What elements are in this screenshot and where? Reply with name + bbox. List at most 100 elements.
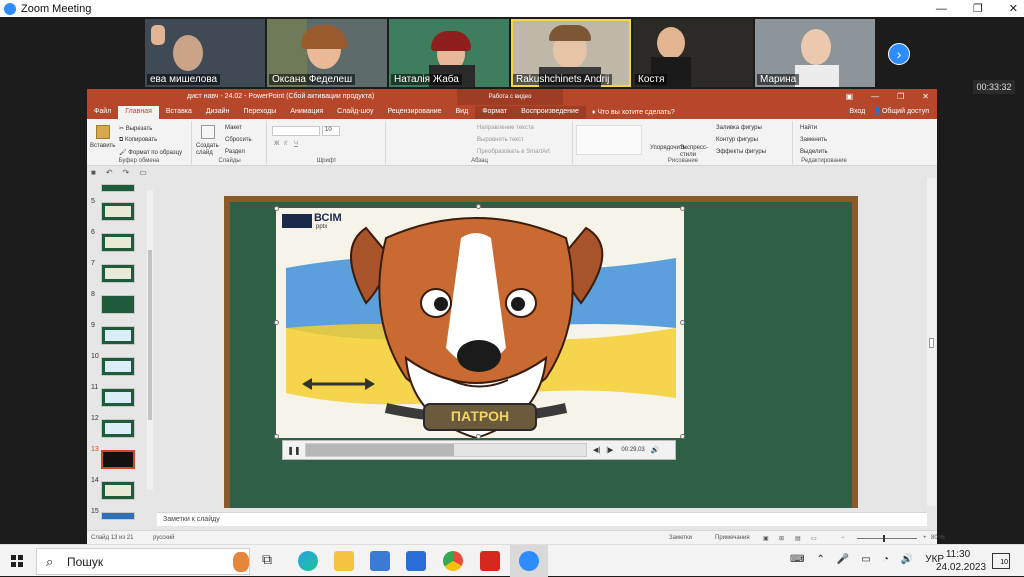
tab-file[interactable]: Файл (87, 106, 118, 119)
normal-view-icon[interactable]: ▣ (763, 535, 769, 542)
start-slideshow-icon[interactable]: ▭ (139, 168, 147, 177)
notification-center-icon[interactable]: 10 (992, 553, 1010, 569)
slide-sorter-icon[interactable]: ⊞ (779, 535, 784, 542)
network-icon[interactable]: ◔ (883, 554, 889, 565)
close-button[interactable]: ✕ (1009, 2, 1018, 15)
show-hidden-icons-chevron-icon[interactable]: ⌃ (816, 554, 824, 565)
share-button[interactable]: 👤Общий доступ (873, 106, 929, 118)
align-text-button[interactable]: Выровнять текст (477, 137, 524, 143)
quick-styles-button[interactable]: Экспресс-стили (680, 145, 712, 159)
slide-thumbnail[interactable] (101, 264, 135, 283)
tab-insert[interactable]: Вставка (159, 106, 199, 119)
slide-thumbnail[interactable] (101, 233, 135, 252)
selection-handle[interactable] (274, 434, 279, 439)
find-button[interactable]: Найти (800, 125, 817, 131)
minimize-button[interactable]: — (936, 3, 947, 15)
slide-thumbnail[interactable] (101, 357, 135, 376)
notes-toggle[interactable]: Заметки (669, 535, 692, 541)
smartart-button[interactable]: Преобразовать в SmartArt (477, 149, 550, 155)
microphone-icon[interactable]: 🎤 (837, 554, 849, 565)
slide-thumbnail[interactable] (101, 184, 135, 192)
participant-tile[interactable]: Костя (633, 19, 753, 87)
taskbar-search-box[interactable]: ⌕ Пошук (36, 548, 250, 575)
paste-button[interactable]: Вставить (90, 143, 115, 149)
tab-design[interactable]: Дизайн (199, 106, 237, 119)
select-button[interactable]: Выделить (800, 149, 828, 155)
video-frame[interactable]: ВСІМ pptx ПАТРОН (276, 208, 684, 438)
ppt-close-button[interactable]: ✕ (922, 92, 929, 101)
slideshow-view-icon[interactable]: ▭ (811, 535, 817, 542)
reset-button[interactable]: Сбросить (225, 137, 252, 143)
selection-handle[interactable] (476, 204, 481, 209)
tab-slideshow[interactable]: Слайд-шоу (330, 106, 380, 119)
slide-thumbnail[interactable] (101, 481, 135, 500)
participant-tile[interactable]: ева мишелова (145, 19, 265, 87)
volume-icon[interactable]: 🔊 (901, 554, 913, 565)
microsoft-store-icon[interactable] (370, 551, 390, 571)
sign-in-link[interactable]: Вход (849, 106, 865, 118)
participant-tile-active-speaker[interactable]: Rakushchinets Andrij (511, 19, 631, 87)
selection-handle[interactable] (680, 206, 685, 211)
new-slide-button[interactable]: Создать слайд (196, 143, 224, 157)
slide-thumbnail[interactable] (101, 388, 135, 407)
font-name-field[interactable] (272, 126, 320, 136)
zoom-level[interactable]: 80 % (931, 535, 945, 541)
pause-button[interactable]: ❚❚ (287, 446, 301, 455)
cut-button[interactable]: ✂ Вырезать (119, 125, 152, 132)
shape-effects-button[interactable]: Эффекты фигуры (716, 149, 766, 155)
selection-handle[interactable] (680, 434, 685, 439)
tab-format[interactable]: Формат (475, 106, 515, 119)
text-direction-button[interactable]: Направление текста (477, 125, 534, 131)
taskbar-clock[interactable]: 11:30 24.02.2023 (936, 548, 986, 574)
participant-tile[interactable]: Марина (755, 19, 875, 87)
layout-button[interactable]: Макет (225, 125, 242, 131)
tab-review[interactable]: Рецензирование (380, 106, 448, 119)
comments-toggle[interactable]: Примечания (715, 535, 750, 541)
thumbnails-scrollbar[interactable] (147, 190, 153, 490)
playback-progress-track[interactable] (305, 443, 587, 457)
step-back-icon[interactable]: ◀| (593, 446, 600, 454)
shapes-gallery[interactable] (576, 125, 642, 155)
slide-thumbnail[interactable] (101, 202, 135, 221)
tab-playback[interactable]: Воспроизведение (514, 106, 586, 119)
font-size-field[interactable]: 10 (322, 126, 340, 136)
shape-fill-button[interactable]: Заливка фигуры (716, 125, 762, 131)
tell-me-box[interactable]: ♦ Что вы хотите сделать? (592, 107, 675, 119)
step-forward-icon[interactable]: |▶ (606, 446, 613, 454)
task-view-icon[interactable]: ⧉ (262, 551, 282, 571)
selection-handle[interactable] (274, 206, 279, 211)
selection-handle[interactable] (680, 320, 685, 325)
tab-home[interactable]: Главная (118, 106, 159, 119)
edge-browser-icon[interactable] (298, 551, 318, 571)
slide-thumbnail[interactable] (101, 419, 135, 438)
copy-button[interactable]: ⧉ Копировать (119, 137, 157, 144)
ribbon-display-icon[interactable]: ▣ (846, 92, 854, 101)
reading-view-icon[interactable]: ▤ (795, 535, 801, 542)
underline-button[interactable]: Ч (294, 141, 298, 147)
arrange-button[interactable]: Упорядочить (650, 145, 686, 152)
zoom-out-icon[interactable]: − (841, 535, 845, 541)
slide-scrollbar[interactable] (927, 178, 936, 506)
slide-thumbnail[interactable] (101, 326, 135, 345)
mail-icon[interactable] (406, 551, 426, 571)
notes-pane[interactable]: Заметки к слайду (157, 512, 927, 526)
windows-start-icon[interactable] (11, 555, 23, 567)
zoom-slider[interactable] (857, 535, 917, 542)
tab-transitions[interactable]: Переходы (236, 106, 283, 119)
selection-handle[interactable] (274, 320, 279, 325)
selection-handle[interactable] (476, 434, 481, 439)
save-icon[interactable]: ■ (91, 168, 96, 177)
volume-icon[interactable]: 🔊 (651, 446, 660, 454)
replace-button[interactable]: Заменить (800, 137, 827, 143)
slide-thumbnail[interactable] (101, 512, 135, 520)
wps-office-icon[interactable] (480, 551, 500, 571)
bold-button[interactable]: Ж (274, 141, 279, 147)
ppt-restore-button[interactable]: ❐ (897, 92, 904, 101)
shape-outline-button[interactable]: Контур фигуры (716, 137, 758, 143)
participant-tile[interactable]: Наталія Жаба (389, 19, 509, 87)
ppt-minimize-button[interactable]: — (871, 92, 879, 101)
undo-icon[interactable]: ↶ (106, 168, 113, 177)
tab-animations[interactable]: Анимация (283, 106, 330, 119)
slide-thumbnail-selected[interactable] (101, 450, 135, 469)
slide-thumbnail[interactable] (101, 295, 135, 314)
